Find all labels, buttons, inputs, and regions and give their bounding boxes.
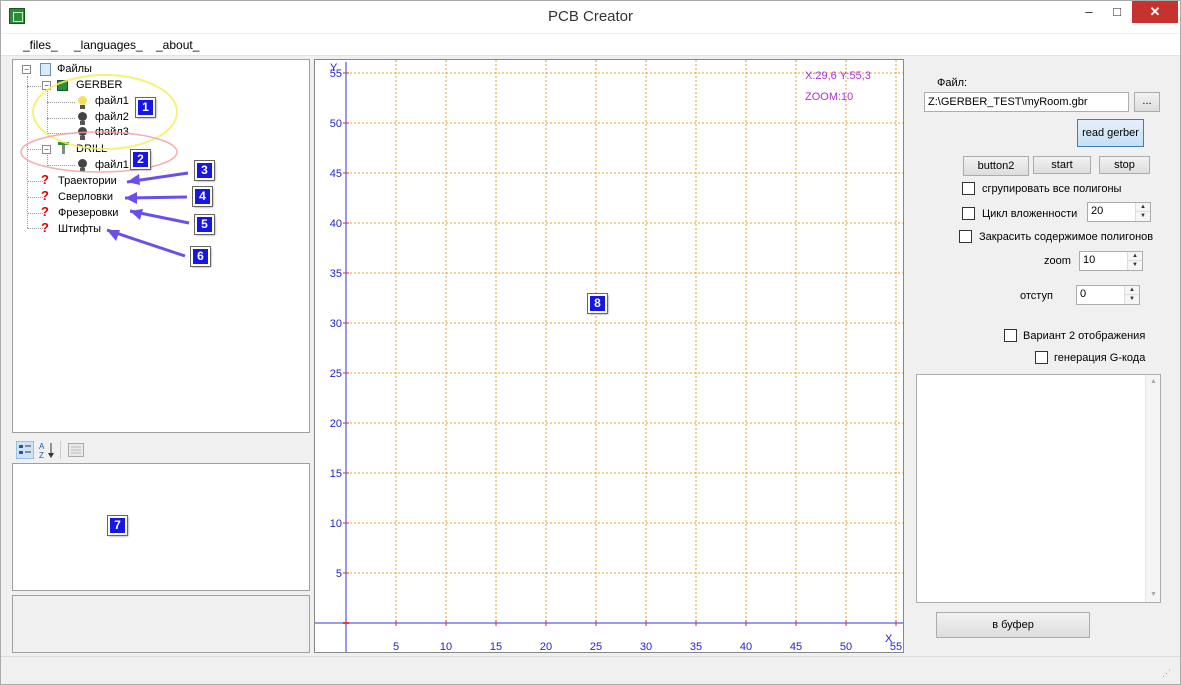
button2-button[interactable]: button2 [963,156,1029,176]
y-tick-label: 35 [330,268,342,280]
y-tick-label: 15 [330,468,342,480]
svg-text:Z: Z [39,451,44,459]
scroll-down-icon[interactable]: ▼ [1146,588,1161,602]
resize-grip-icon[interactable]: ⋰ [1162,668,1174,680]
stop-button[interactable]: stop [1099,156,1150,174]
zoom-label: zoom [1044,255,1071,267]
property-description [12,595,310,653]
callout-badge: 8 [587,293,608,314]
fill-polygons-label: Закрасить содержимое полигонов [979,231,1154,243]
callout-badge: 4 [192,186,213,207]
arrow-up-icon[interactable]: ▲ [1128,252,1142,261]
arrow-down-icon[interactable]: ▼ [1136,212,1150,221]
minimize-button[interactable]: – [1076,1,1102,23]
fill-polygons-checkbox[interactable] [959,230,972,243]
callout-badge: 7 [107,515,128,536]
scroll-up-icon[interactable]: ▲ [1146,375,1161,389]
file-label: Файл: [937,77,968,89]
annotation-overlay [20,74,190,258]
grid-plot: 5 10 15 20 25 30 35 40 45 50 555550454035302520151… [315,60,903,653]
x-tick-label: 35 [690,641,702,653]
close-button[interactable]: ✕ [1132,1,1178,23]
variant2-checkbox[interactable] [1004,329,1017,342]
nesting-cycle-value: 20 [1091,205,1104,217]
y-tick-label: 50 [330,118,342,130]
svg-text:A: A [39,442,45,451]
vertical-scrollbar[interactable]: ▲ ▼ [1145,375,1160,602]
x-axis-label: X [885,633,893,645]
app-window: PCB Creator – □ ✕ _files_ _languages_ _a… [0,0,1181,685]
property-grid[interactable]: 7 [12,463,310,591]
sort-alphabetical-icon[interactable]: A Z [38,441,56,459]
y-tick-label: 30 [330,318,342,330]
gcode-label: генерация G-кода [1054,352,1146,364]
arrow-down-icon[interactable]: ▼ [1125,295,1139,304]
x-tick-label: 25 [590,641,602,653]
arrow-up-icon[interactable]: ▲ [1136,203,1150,212]
offset-value: 0 [1080,288,1087,300]
status-bar: ⋰ [1,656,1180,684]
y-axis-label: Y [330,62,338,74]
file-path-input[interactable]: Z:\GERBER_TEST\myRoom.gbr [924,92,1129,112]
zoom-indicator: ZOOM:10 [805,91,854,103]
x-tick-label: 40 [740,641,752,653]
read-gerber-button[interactable]: read gerber [1077,119,1144,147]
variant2-label: Вариант 2 отображения [1023,330,1146,342]
group-polygons-label: сгрупировать все полигоны [982,183,1122,195]
menu-files[interactable]: _files_ [23,38,58,52]
browse-button[interactable]: ... [1134,92,1160,112]
title-bar: PCB Creator – □ ✕ [1,1,1180,33]
x-tick-label: 45 [790,641,802,653]
offset-label: отступ [1020,290,1053,302]
y-tick-label: 5 [336,568,342,580]
nesting-cycle-stepper[interactable]: 20 ▲ ▼ [1087,202,1151,222]
categorized-icon[interactable] [16,441,34,459]
zoom-value: 10 [1083,254,1096,266]
nesting-cycle-checkbox[interactable] [962,207,975,220]
maximize-button[interactable]: □ [1104,1,1130,23]
property-pages-icon[interactable] [68,443,84,457]
arrow-up-icon[interactable]: ▲ [1125,286,1139,295]
y-tick-label: 40 [330,218,342,230]
y-tick-label: 10 [330,518,342,530]
y-tick-label: 45 [330,168,342,180]
x-tick-label: 50 [840,641,852,653]
x-tick-label: 10 [440,641,452,653]
menu-languages[interactable]: _languages_ [74,38,143,52]
x-tick-label: 5 [393,641,399,653]
zoom-stepper[interactable]: 10 ▲ ▼ [1079,251,1143,271]
file-tree[interactable]: − Файлы − GERBER файл1 файл2 файл3 − DRI… [12,59,310,433]
property-toolbar: A Z [12,438,310,462]
nesting-cycle-label: Цикл вложенности [982,208,1078,220]
arrow-down-icon[interactable]: ▼ [1128,261,1142,270]
menu-about[interactable]: _about_ [156,38,199,52]
group-polygons-checkbox[interactable] [962,182,975,195]
y-tick-label: 25 [330,368,342,380]
callout-badge: 5 [194,214,215,235]
copy-to-buffer-button[interactable]: в буфер [936,612,1090,638]
callout-badge: 6 [190,246,211,267]
offset-stepper[interactable]: 0 ▲ ▼ [1076,285,1140,305]
x-tick-label: 20 [540,641,552,653]
output-textarea[interactable]: ▲ ▼ [916,374,1161,603]
callout-badge: 3 [194,160,215,181]
menu-bar: _files_ _languages_ _about_ [1,34,1180,56]
pcb-canvas[interactable]: 5 10 15 20 25 30 35 40 45 50 55 55 50 45 40 35 30 25 20 15 1… [314,59,904,653]
callout-badge: 1 [135,97,156,118]
start-button[interactable]: start [1033,156,1091,174]
gcode-checkbox[interactable] [1035,351,1048,364]
window-title: PCB Creator [547,8,634,25]
callout-badge: 2 [130,149,151,170]
y-tick-label: 20 [330,418,342,430]
toolbar-separator [60,441,61,459]
x-tick-label: 30 [640,641,652,653]
x-tick-label: 15 [490,641,502,653]
cursor-coordinates: X:29,6 Y:55,3 [805,70,871,82]
